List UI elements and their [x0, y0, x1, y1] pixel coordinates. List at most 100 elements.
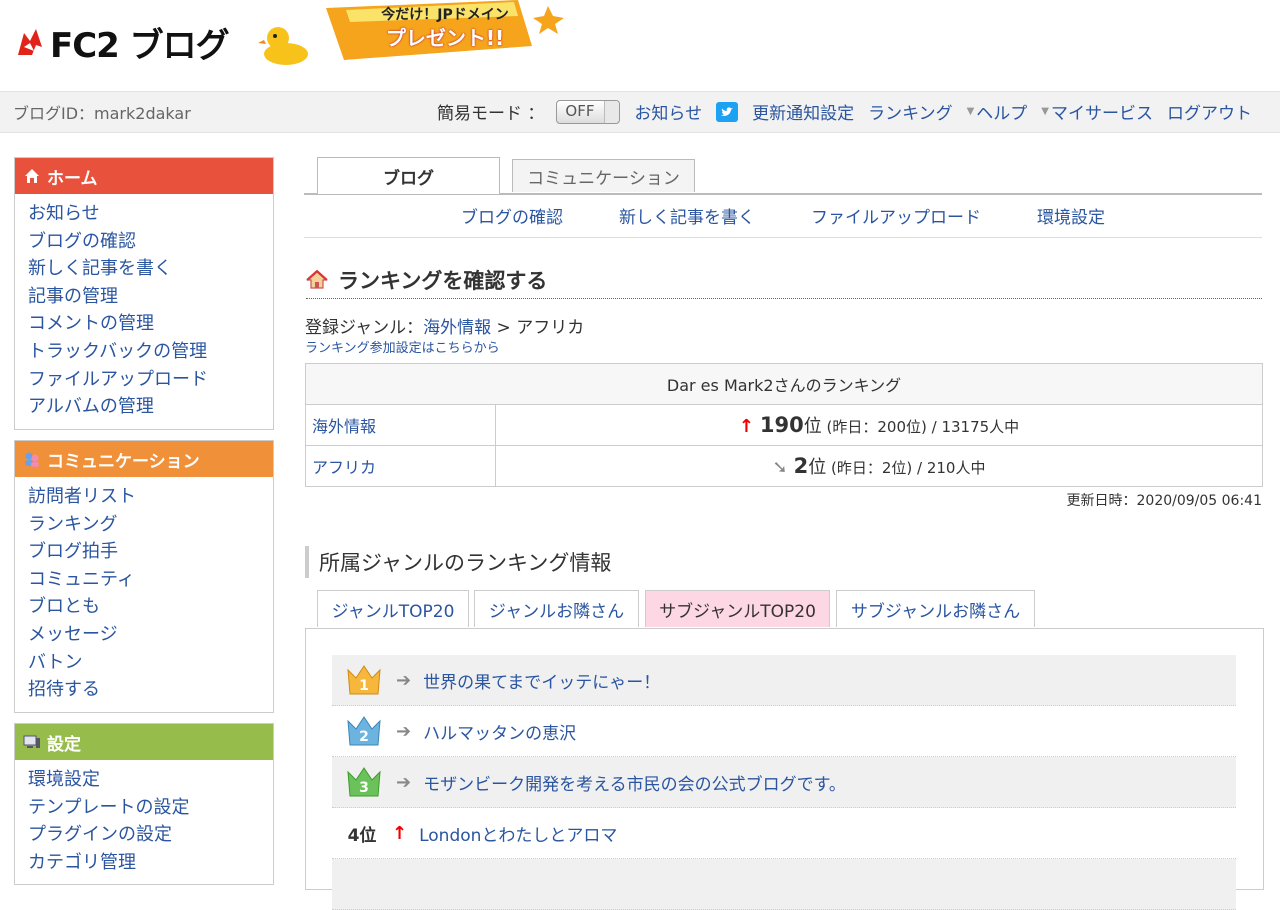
ranking-blog-link[interactable]: 世界の果てまでイッテにゃー！ — [423, 668, 660, 693]
page-title: ランキングを確認する — [338, 269, 548, 293]
easy-mode-label: 簡易モード ： — [437, 104, 545, 124]
ranking-settings-link[interactable]: ランキング参加設定はこちらから — [305, 337, 500, 356]
section-title: 所属ジャンルのランキング情報 — [305, 546, 611, 578]
subnav-file-upload[interactable]: ファイルアップロード — [811, 203, 981, 228]
list-item: 4位 ↑ Londonとわたしとアロマ — [332, 808, 1236, 859]
nav-ranking-label: ランキング — [868, 104, 953, 124]
genre-separator: > — [491, 318, 517, 338]
ranking-list: 1 ➔ 世界の果てまでイッテにゃー！ 2 ➔ ハルマッタンの恵沢 3 ➔ モザン… — [332, 655, 1236, 910]
genre-line: 登録ジャンル：海外情報 > アフリカ — [305, 313, 584, 338]
twitter-icon[interactable] — [716, 101, 739, 122]
sidebar-item-blotomo[interactable]: ブロとも — [28, 593, 273, 621]
rank-unit: 位 — [808, 457, 827, 478]
subnav-new-post[interactable]: 新しく記事を書く — [619, 203, 755, 228]
sidebar-home-header[interactable]: ホーム — [15, 158, 273, 194]
subnav-env-settings[interactable]: 環境設定 — [1037, 203, 1105, 228]
nav-help-label: ヘルプ — [976, 104, 1028, 124]
table-row: アフリカ ➘ 2位 (昨日：2位) / 210人中 — [305, 445, 1263, 487]
list-item: 3 ➔ モザンビーク開発を考える市民の会の公式ブログです。 — [332, 757, 1236, 808]
sidebar-item-messages[interactable]: メッセージ — [28, 621, 273, 649]
monitor-icon — [23, 735, 40, 748]
sidebar-item-ranking[interactable]: ランキング — [28, 511, 273, 539]
sidebar-item-manage-posts[interactable]: 記事の管理 — [28, 283, 273, 311]
sidebar-item-community[interactable]: コミュニティ — [28, 566, 273, 594]
arrow-up-icon: ↑ — [738, 416, 754, 437]
ranking-table-header: Dar es Mark2さんのランキング — [305, 363, 1263, 405]
header: FC2 ブログ 今だけ！JPドメイン プレゼント!! — [0, 0, 1280, 91]
table-row: 海外情報 ↑ 190位 (昨日：200位) / 13175人中 — [305, 404, 1263, 446]
crown-green-icon: 3 — [347, 767, 381, 797]
tab-subgenre-neighbors[interactable]: サブジャンルお隣さん — [836, 590, 1035, 627]
ranking-table: Dar es Mark2さんのランキング 海外情報 ↑ 190位 (昨日：200位… — [305, 363, 1263, 487]
sidebar-item-plugin-settings[interactable]: プラグインの設定 — [28, 821, 273, 849]
arrow-right-icon: ➔ — [396, 669, 412, 691]
sidebar-settings-header[interactable]: 設定 — [15, 724, 273, 760]
genre-prefix: 登録ジャンル： — [305, 318, 424, 338]
nav-logout[interactable]: ログアウト — [1167, 99, 1252, 124]
sidebar-item-category-manage[interactable]: カテゴリ管理 — [28, 849, 273, 877]
sidebar-item-news[interactable]: お知らせ — [28, 200, 273, 228]
ranking-blog-link[interactable]: ハルマッタンの恵沢 — [423, 719, 576, 744]
sidebar-item-env-settings[interactable]: 環境設定 — [28, 766, 273, 794]
sidebar-item-manage-trackbacks[interactable]: トラックバックの管理 — [28, 338, 273, 366]
tab-genre-top20[interactable]: ジャンルTOP20 — [317, 590, 469, 627]
rank-detail: (昨日：2位) / 210人中 — [826, 459, 986, 477]
sidebar-item-view-blog[interactable]: ブログの確認 — [28, 228, 273, 256]
list-item — [332, 859, 1236, 910]
users-icon — [25, 452, 39, 467]
sidebar-item-new-post[interactable]: 新しく記事を書く — [28, 255, 273, 283]
duck-icon — [258, 27, 308, 65]
fc2-logo[interactable]: FC2 ブログ — [14, 18, 230, 67]
arrow-right-icon: ➔ — [396, 720, 412, 742]
crown-gold-icon: 1 — [347, 665, 381, 695]
tab-genre-neighbors[interactable]: ジャンルお隣さん — [474, 590, 639, 627]
easy-mode-toggle[interactable]: OFF — [556, 99, 621, 124]
sidebar-communication: コミュニケーション 訪問者リスト ランキング ブログ拍手 コミュニティ ブロとも… — [14, 440, 274, 713]
nav-help[interactable]: ▼ ヘルプ — [967, 99, 1028, 124]
sidebar-item-file-upload[interactable]: ファイルアップロード — [28, 366, 273, 394]
chevron-down-icon: ▼ — [966, 106, 975, 117]
sidebar-item-clap[interactable]: ブログ拍手 — [28, 538, 273, 566]
svg-text:1: 1 — [359, 678, 369, 694]
arrow-right-icon: ➔ — [396, 771, 412, 793]
svg-text:2: 2 — [359, 729, 369, 745]
nav-ranking[interactable]: ランキング — [868, 99, 953, 124]
rank-unit: 位 — [803, 416, 822, 437]
nav-news[interactable]: お知らせ — [634, 99, 702, 124]
sidebar-item-visitors[interactable]: 訪問者リスト — [28, 483, 273, 511]
sidebar-communication-header[interactable]: コミュニケーション — [15, 441, 273, 477]
ranking-value: ➘ 2位 (昨日：2位) / 210人中 — [495, 445, 1263, 487]
top-nav: 簡易モード ： OFF お知らせ 更新通知設定 ランキング ▼ ヘルプ ▼ マイサー… — [437, 99, 1252, 124]
sidebar-item-baton[interactable]: バトン — [28, 649, 273, 677]
logo-text: FC2 ブログ — [50, 26, 230, 66]
sub-nav: ブログの確認 新しく記事を書く ファイルアップロード 環境設定 — [304, 193, 1262, 238]
nav-update-notify[interactable]: 更新通知設定 — [752, 99, 854, 124]
home-icon — [25, 169, 39, 183]
rank-number: 190 — [759, 413, 804, 437]
ranking-blog-link[interactable]: Londonとわたしとアロマ — [419, 821, 617, 846]
toggle-value: OFF — [565, 101, 595, 120]
sidebar-item-manage-albums[interactable]: アルバムの管理 — [28, 393, 273, 421]
genre-main-link[interactable]: 海外情報 — [423, 318, 491, 338]
sidebar-home-title: ホーム — [47, 168, 98, 189]
tab-blog[interactable]: ブログ — [317, 157, 500, 194]
ranking-genre-link[interactable]: 海外情報 — [305, 404, 496, 446]
fc2-logo-icon — [18, 28, 42, 55]
nav-my-services-label: マイサービス — [1051, 104, 1153, 124]
ranking-genre-link[interactable]: アフリカ — [305, 445, 496, 487]
sidebar-item-manage-comments[interactable]: コメントの管理 — [28, 310, 273, 338]
ranking-blog-link[interactable]: モザンビーク開発を考える市民の会の公式ブログです。 — [423, 770, 846, 795]
blog-id: ブログID：mark2dakar — [13, 104, 191, 123]
genre-sub: アフリカ — [516, 318, 585, 338]
tab-communication[interactable]: コミュニケーション — [512, 159, 695, 192]
crown-blue-icon: 2 — [347, 716, 381, 746]
nav-my-services[interactable]: ▼ マイサービス — [1041, 99, 1153, 124]
sidebar-item-invite[interactable]: 招待する — [28, 676, 273, 704]
sidebar-item-template-settings[interactable]: テンプレートの設定 — [28, 794, 273, 822]
sidebar-communication-title: コミュニケーション — [47, 451, 200, 472]
tab-subgenre-top20[interactable]: サブジャンルTOP20 — [645, 590, 830, 627]
sidebar-settings-title: 設定 — [47, 734, 81, 755]
subnav-view-blog[interactable]: ブログの確認 — [461, 203, 563, 228]
rank-label: 4位 — [347, 825, 377, 846]
arrow-up-icon: ↑ — [392, 822, 408, 844]
